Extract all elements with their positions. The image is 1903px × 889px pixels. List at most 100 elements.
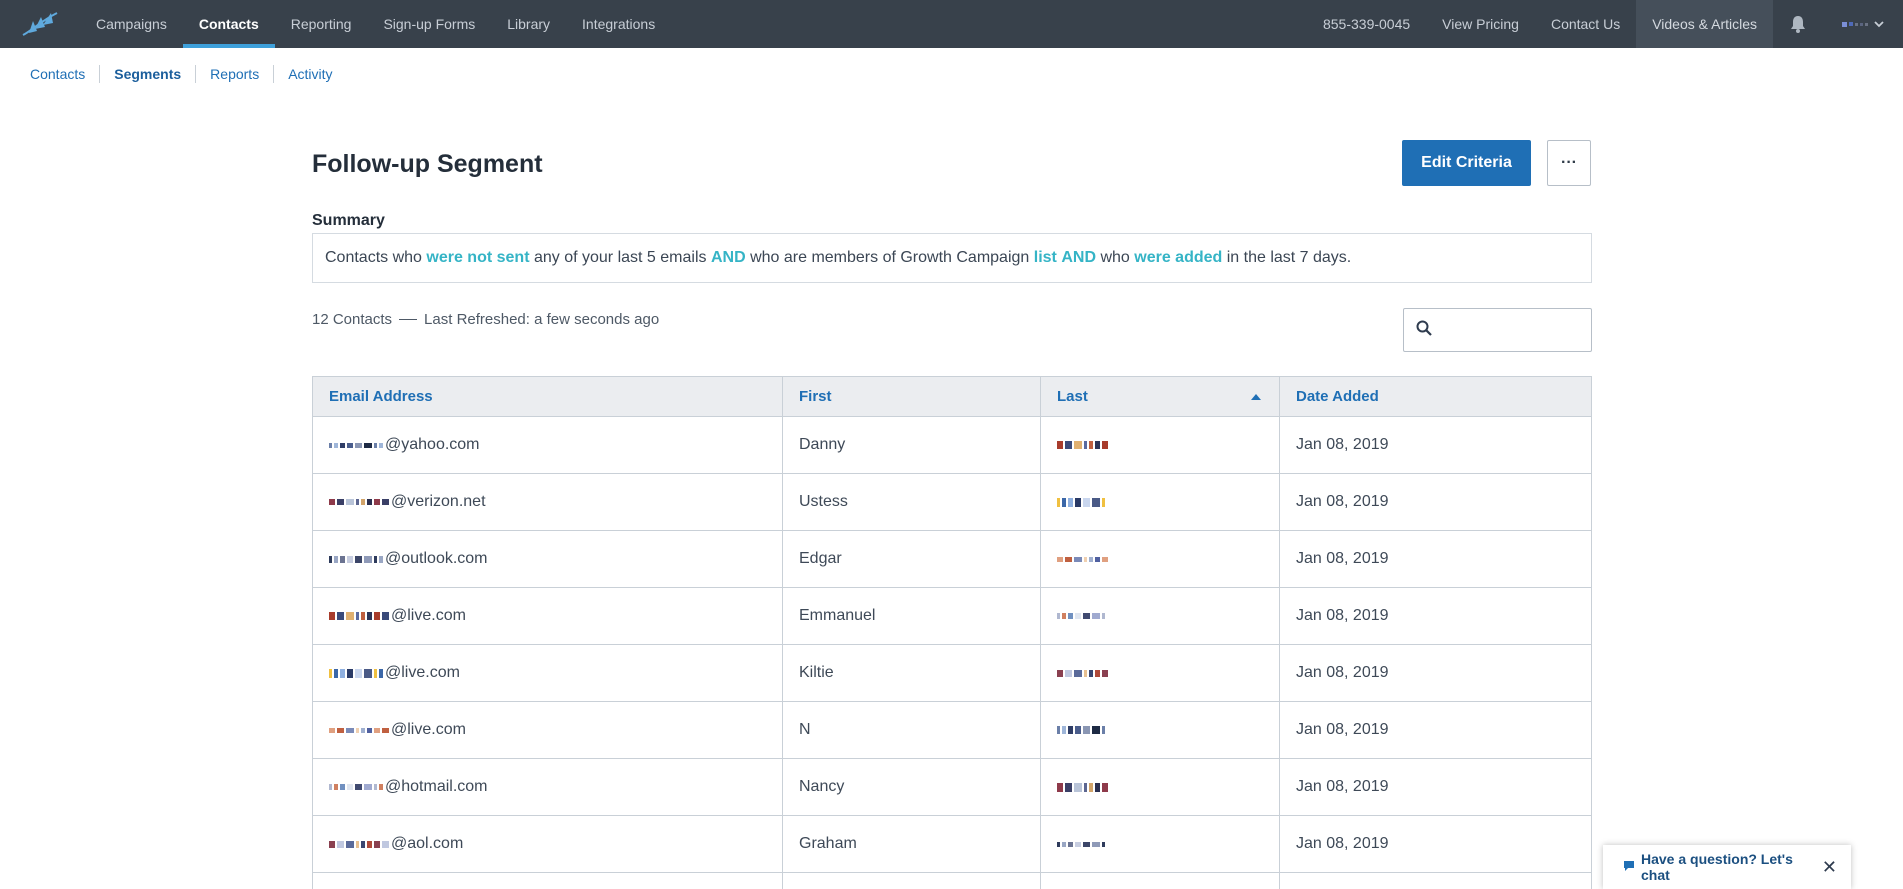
cell-date-added — [1280, 873, 1591, 889]
email-domain: @verizon.net — [391, 493, 486, 510]
edit-criteria-button[interactable]: Edit Criteria — [1402, 140, 1531, 186]
redacted-text — [1057, 669, 1108, 677]
main-nav: Campaigns Contacts Reporting Sign-up For… — [80, 0, 671, 48]
column-header-email[interactable]: Email Address — [313, 377, 783, 416]
table-row[interactable]: @aol.com Graham Jan 08, 2019 — [313, 816, 1591, 873]
summary-part: who are members of Growth Campaign — [745, 249, 1034, 266]
account-menu[interactable] — [1823, 0, 1903, 48]
table-body: @yahoo.com Danny Jan 08, 2019 @verizon.net U… — [313, 417, 1591, 889]
summary-part: in the last 7 days. — [1222, 249, 1352, 266]
table-row[interactable]: @hotmail.com Nancy Jan 08, 2019 — [313, 759, 1591, 816]
summary-part: who — [1096, 249, 1135, 266]
summary-highlight: AND — [1061, 249, 1096, 266]
summary-text: Contacts who were not sent any of your l… — [312, 233, 1592, 283]
view-pricing-link[interactable]: View Pricing — [1426, 0, 1535, 48]
cell-email: @hotmail.com — [313, 759, 783, 815]
table-row[interactable]: @verizon.net Ustess Jan 08, 2019 — [313, 474, 1591, 531]
redacted-text — [329, 668, 383, 678]
cell-last — [1041, 474, 1280, 530]
redacted-text — [1057, 841, 1105, 847]
cell-first: Danny — [783, 417, 1041, 473]
redacted-text — [1057, 441, 1108, 449]
redacted-text — [329, 784, 383, 790]
cell-email: @yahoo.com — [313, 417, 783, 473]
nav-item-integrations[interactable]: Integrations — [566, 0, 671, 48]
cell-first: Ustess — [783, 474, 1041, 530]
cell-email — [313, 873, 783, 889]
search-field[interactable] — [1403, 308, 1592, 352]
nav-item-signup-forms[interactable]: Sign-up Forms — [367, 0, 491, 48]
cell-date-added: Jan 08, 2019 — [1296, 607, 1389, 624]
subnav-activity[interactable]: Activity — [274, 65, 346, 83]
email-domain: @live.com — [391, 721, 466, 738]
redacted-text — [1057, 726, 1105, 734]
contacts-count-line: 12 Contacts Last Refreshed: a few second… — [312, 311, 659, 328]
cell-email: @verizon.net — [313, 474, 783, 530]
chat-label: Have a question? Let's chat — [1641, 851, 1793, 883]
chat-widget[interactable]: Have a question? Let's chat ✕ — [1603, 845, 1851, 889]
cell-date-added: Jan 08, 2019 — [1296, 721, 1389, 738]
cell-last — [1041, 873, 1280, 889]
redacted-text — [329, 442, 383, 448]
email-domain: @live.com — [391, 607, 466, 624]
email-domain: @yahoo.com — [385, 436, 480, 453]
table-row[interactable]: @live.com Emmanuel Jan 08, 2019 — [313, 588, 1591, 645]
table-row[interactable]: @live.com N Jan 08, 2019 — [313, 702, 1591, 759]
table-row[interactable]: @yahoo.com Danny Jan 08, 2019 — [313, 417, 1591, 474]
table-row[interactable] — [313, 873, 1591, 889]
cell-date-added: Jan 08, 2019 — [1296, 550, 1389, 567]
summary-part: Contacts who — [325, 249, 427, 266]
column-header-last-label: Last — [1057, 388, 1088, 405]
bell-icon[interactable] — [1773, 0, 1823, 48]
close-icon[interactable]: ✕ — [1822, 857, 1837, 878]
search-input[interactable] — [1440, 321, 1591, 339]
cell-first: Edgar — [783, 531, 1041, 587]
email-domain: @aol.com — [391, 835, 464, 852]
email-domain: @live.com — [385, 664, 460, 681]
cell-email: @live.com — [313, 645, 783, 701]
cell-date-added: Jan 08, 2019 — [1296, 778, 1389, 795]
cell-email: @outlook.com — [313, 531, 783, 587]
cell-first: Kiltie — [783, 645, 1041, 701]
subnav-contacts[interactable]: Contacts — [30, 65, 101, 83]
chevron-down-icon — [1874, 15, 1884, 33]
cell-last — [1041, 759, 1280, 815]
nav-item-reporting[interactable]: Reporting — [275, 0, 368, 48]
sort-ascending-icon — [1251, 394, 1261, 400]
nav-item-campaigns[interactable]: Campaigns — [80, 0, 183, 48]
contacts-count: 12 Contacts — [312, 311, 393, 328]
redacted-text — [1057, 556, 1108, 562]
redacted-text — [1057, 613, 1105, 619]
nav-item-contacts[interactable]: Contacts — [182, 0, 275, 48]
column-header-last[interactable]: Last — [1041, 377, 1280, 416]
column-header-first[interactable]: First — [783, 377, 1041, 416]
nav-item-library[interactable]: Library — [491, 0, 566, 48]
avatar — [1842, 21, 1868, 27]
cell-first: Graham — [783, 816, 1041, 872]
subnav-reports[interactable]: Reports — [196, 65, 275, 83]
cell-first: N — [783, 702, 1041, 758]
divider — [399, 319, 418, 320]
contact-us-link[interactable]: Contact Us — [1535, 0, 1636, 48]
videos-articles-link[interactable]: Videos & Articles — [1636, 0, 1773, 48]
cell-last — [1041, 645, 1280, 701]
logo-icon[interactable] — [0, 0, 80, 48]
last-refreshed: Last Refreshed: a few seconds ago — [424, 311, 660, 328]
subnav-segments[interactable]: Segments — [100, 65, 197, 83]
cell-last — [1041, 816, 1280, 872]
table-row[interactable]: @outlook.com Edgar Jan 08, 2019 — [313, 531, 1591, 588]
summary-highlight: were added — [1134, 249, 1223, 266]
table-header: Email Address First Last Date Added — [313, 377, 1591, 417]
cell-email: @live.com — [313, 702, 783, 758]
cell-last — [1041, 702, 1280, 758]
cell-date-added: Jan 08, 2019 — [1296, 835, 1389, 852]
cell-date-added: Jan 08, 2019 — [1296, 436, 1389, 453]
table-row[interactable]: @live.com Kiltie Jan 08, 2019 — [313, 645, 1591, 702]
cell-email: @aol.com — [313, 816, 783, 872]
redacted-text — [329, 727, 389, 733]
redacted-text — [329, 840, 389, 848]
phone-number-link[interactable]: 855-339-0045 — [1307, 0, 1426, 48]
contacts-table: Email Address First Last Date Added @yah… — [312, 376, 1592, 889]
column-header-date-added[interactable]: Date Added — [1280, 377, 1591, 416]
more-options-button[interactable]: ··· — [1547, 140, 1591, 186]
